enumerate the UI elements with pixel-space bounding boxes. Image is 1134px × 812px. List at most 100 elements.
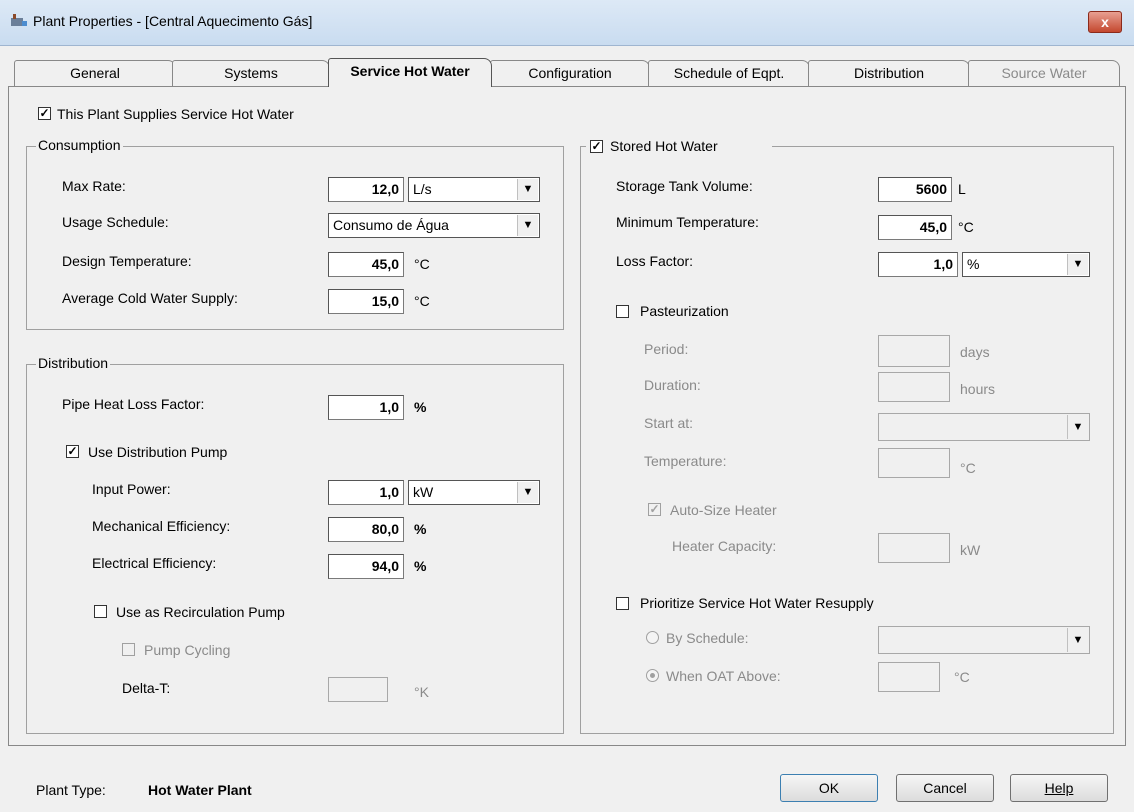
pipe-loss-input[interactable]: 1,0 — [328, 395, 404, 420]
plant-type-label: Plant Type: — [36, 782, 106, 798]
input-power-input[interactable]: 1,0 — [328, 480, 404, 505]
period-unit: days — [960, 344, 990, 360]
window-title: Plant Properties - [Central Aquecimento … — [33, 13, 313, 29]
plant-type-value: Hot Water Plant — [148, 782, 252, 798]
pipe-loss-label: Pipe Heat Loss Factor: — [62, 396, 205, 412]
elec-eff-input[interactable]: 94,0 — [328, 554, 404, 579]
cancel-button[interactable]: Cancel — [896, 774, 994, 802]
pasteurization-label: Pasteurization — [640, 303, 729, 319]
stored-hot-water-label: Stored Hot Water — [610, 138, 718, 154]
usage-schedule-value: Consumo de Água — [333, 217, 449, 233]
plant-icon — [11, 14, 27, 26]
chevron-down-icon: ▼ — [1067, 628, 1088, 652]
recirc-label: Use as Recirculation Pump — [116, 604, 285, 620]
radio-selected-dot — [650, 673, 655, 678]
usage-schedule-label: Usage Schedule: — [62, 214, 169, 230]
by-schedule-label: By Schedule: — [666, 630, 749, 646]
tab-systems[interactable]: Systems — [172, 60, 330, 86]
ok-button[interactable]: OK — [780, 774, 878, 802]
supplies-shw-label: This Plant Supplies Service Hot Water — [57, 106, 294, 122]
tab-distribution[interactable]: Distribution — [808, 60, 970, 86]
design-temp-unit: °C — [414, 256, 430, 272]
max-rate-label: Max Rate: — [62, 178, 126, 194]
temperature-unit: °C — [960, 460, 976, 476]
by-schedule-radio[interactable] — [646, 631, 659, 644]
pump-cycling-checkbox[interactable] — [122, 643, 135, 656]
chevron-down-icon: ▼ — [517, 179, 538, 200]
duration-label: Duration: — [644, 377, 701, 393]
avg-cold-label: Average Cold Water Supply: — [62, 290, 238, 306]
input-power-unit-select[interactable]: kW ▼ — [408, 480, 540, 505]
delta-t-input[interactable] — [328, 677, 388, 702]
temperature-label: Temperature: — [644, 453, 727, 469]
design-temp-label: Design Temperature: — [62, 253, 192, 269]
distribution-legend: Distribution — [36, 355, 111, 371]
usage-schedule-select[interactable]: Consumo de Água ▼ — [328, 213, 540, 238]
tank-volume-input[interactable]: 5600 — [878, 177, 952, 202]
chevron-down-icon: ▼ — [1067, 254, 1088, 275]
help-button[interactable]: Help — [1010, 774, 1108, 802]
avg-cold-unit: °C — [414, 293, 430, 309]
duration-unit: hours — [960, 381, 996, 397]
elec-eff-unit: % — [414, 558, 427, 574]
min-temp-input[interactable]: 45,0 — [878, 215, 952, 240]
pasteurization-checkbox[interactable] — [616, 305, 629, 318]
loss-factor-unit-value: % — [967, 256, 980, 272]
temperature-input[interactable] — [878, 448, 950, 478]
tab-schedule-of-eqpt[interactable]: Schedule of Eqpt. — [648, 60, 810, 86]
input-power-unit-value: kW — [413, 484, 434, 500]
max-rate-unit-select[interactable]: L/s ▼ — [408, 177, 540, 202]
prioritize-checkbox[interactable] — [616, 597, 629, 610]
tab-service-hot-water[interactable]: Service Hot Water — [328, 58, 492, 87]
delta-t-unit: °K — [414, 684, 429, 700]
elec-eff-label: Electrical Efficiency: — [92, 555, 217, 571]
tank-volume-label: Storage Tank Volume: — [616, 178, 753, 194]
when-oat-radio[interactable] — [646, 669, 659, 682]
max-rate-input[interactable]: 12,0 — [328, 177, 404, 202]
when-oat-unit: °C — [954, 669, 970, 685]
tab-general[interactable]: General — [14, 60, 176, 86]
close-button[interactable]: x — [1088, 11, 1122, 33]
avg-cold-input[interactable]: 15,0 — [328, 289, 404, 314]
period-label: Period: — [644, 341, 689, 357]
input-power-label: Input Power: — [92, 481, 171, 497]
min-temp-unit: °C — [958, 219, 974, 235]
close-icon: x — [1101, 14, 1109, 30]
period-input[interactable] — [878, 335, 950, 367]
recirc-checkbox[interactable] — [94, 605, 107, 618]
delta-t-label: Delta-T: — [122, 680, 171, 696]
mech-eff-label: Mechanical Efficiency: — [92, 518, 231, 534]
loss-factor-unit-select[interactable]: % ▼ — [962, 252, 1090, 277]
consumption-legend: Consumption — [36, 137, 123, 153]
tank-volume-unit: L — [958, 181, 966, 197]
chevron-down-icon: ▼ — [1067, 415, 1088, 439]
duration-input[interactable] — [878, 372, 950, 402]
start-at-select[interactable]: ▼ — [878, 413, 1090, 441]
when-oat-input[interactable] — [878, 662, 940, 692]
tab-configuration[interactable]: Configuration — [490, 60, 650, 86]
start-at-label: Start at: — [644, 415, 694, 431]
chevron-down-icon: ▼ — [517, 215, 538, 236]
design-temp-input[interactable]: 45,0 — [328, 252, 404, 277]
prioritize-label: Prioritize Service Hot Water Resupply — [640, 595, 874, 611]
tab-source-water[interactable]: Source Water — [968, 60, 1120, 86]
heater-capacity-label: Heater Capacity: — [672, 538, 777, 554]
title-bar: Plant Properties - [Central Aquecimento … — [0, 0, 1134, 46]
auto-size-checkbox[interactable]: ✓ — [648, 503, 661, 516]
min-temp-label: Minimum Temperature: — [616, 214, 759, 230]
supplies-shw-checkbox[interactable]: ✓ — [38, 107, 51, 120]
heater-capacity-input[interactable] — [878, 533, 950, 563]
by-schedule-select[interactable]: ▼ — [878, 626, 1090, 654]
when-oat-label: When OAT Above: — [666, 668, 781, 684]
loss-factor-input[interactable]: 1,0 — [878, 252, 958, 277]
pipe-loss-unit: % — [414, 399, 427, 415]
use-pump-checkbox[interactable]: ✓ — [66, 445, 79, 458]
heater-capacity-unit: kW — [960, 542, 981, 558]
loss-factor-label: Loss Factor: — [616, 253, 694, 269]
use-pump-label: Use Distribution Pump — [88, 444, 228, 460]
mech-eff-input[interactable]: 80,0 — [328, 517, 404, 542]
chevron-down-icon: ▼ — [517, 482, 538, 503]
mech-eff-unit: % — [414, 521, 427, 537]
distribution-group — [26, 364, 564, 734]
stored-hot-water-checkbox[interactable]: ✓ — [590, 140, 603, 153]
